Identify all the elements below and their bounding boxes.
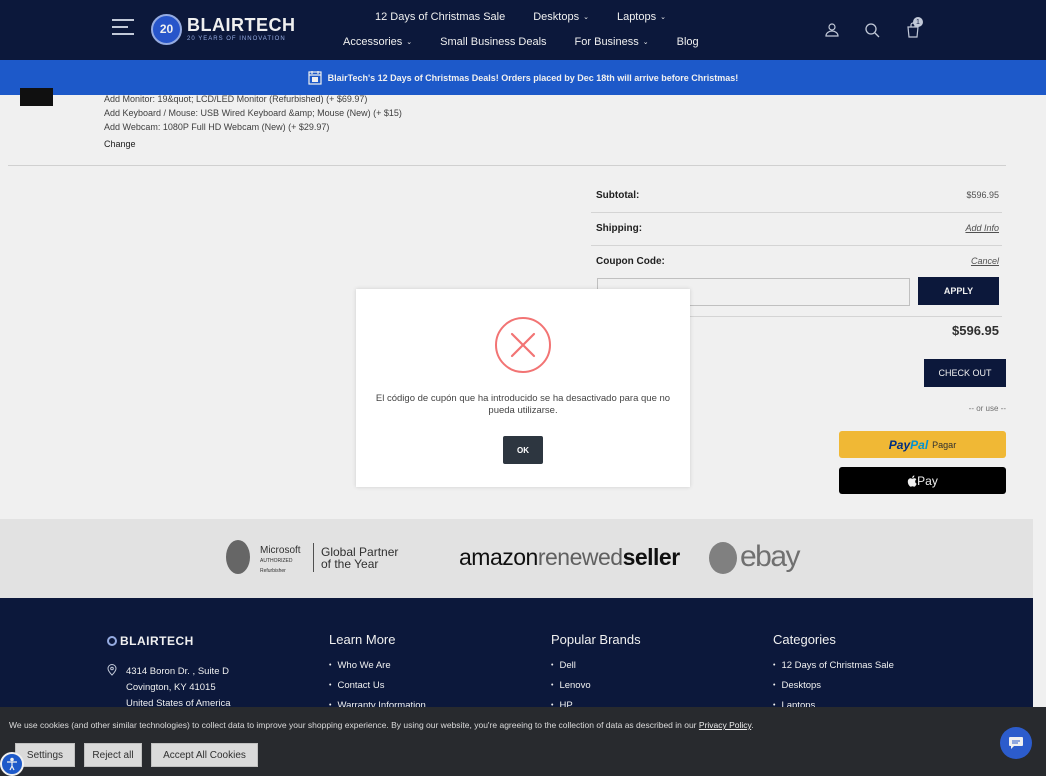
error-x-icon [495,317,551,373]
ok-button[interactable]: OK [503,436,543,464]
dialog-message: El código de cupón que ha introducido se… [375,393,671,416]
error-dialog: El código de cupón que ha introducido se… [356,289,690,487]
